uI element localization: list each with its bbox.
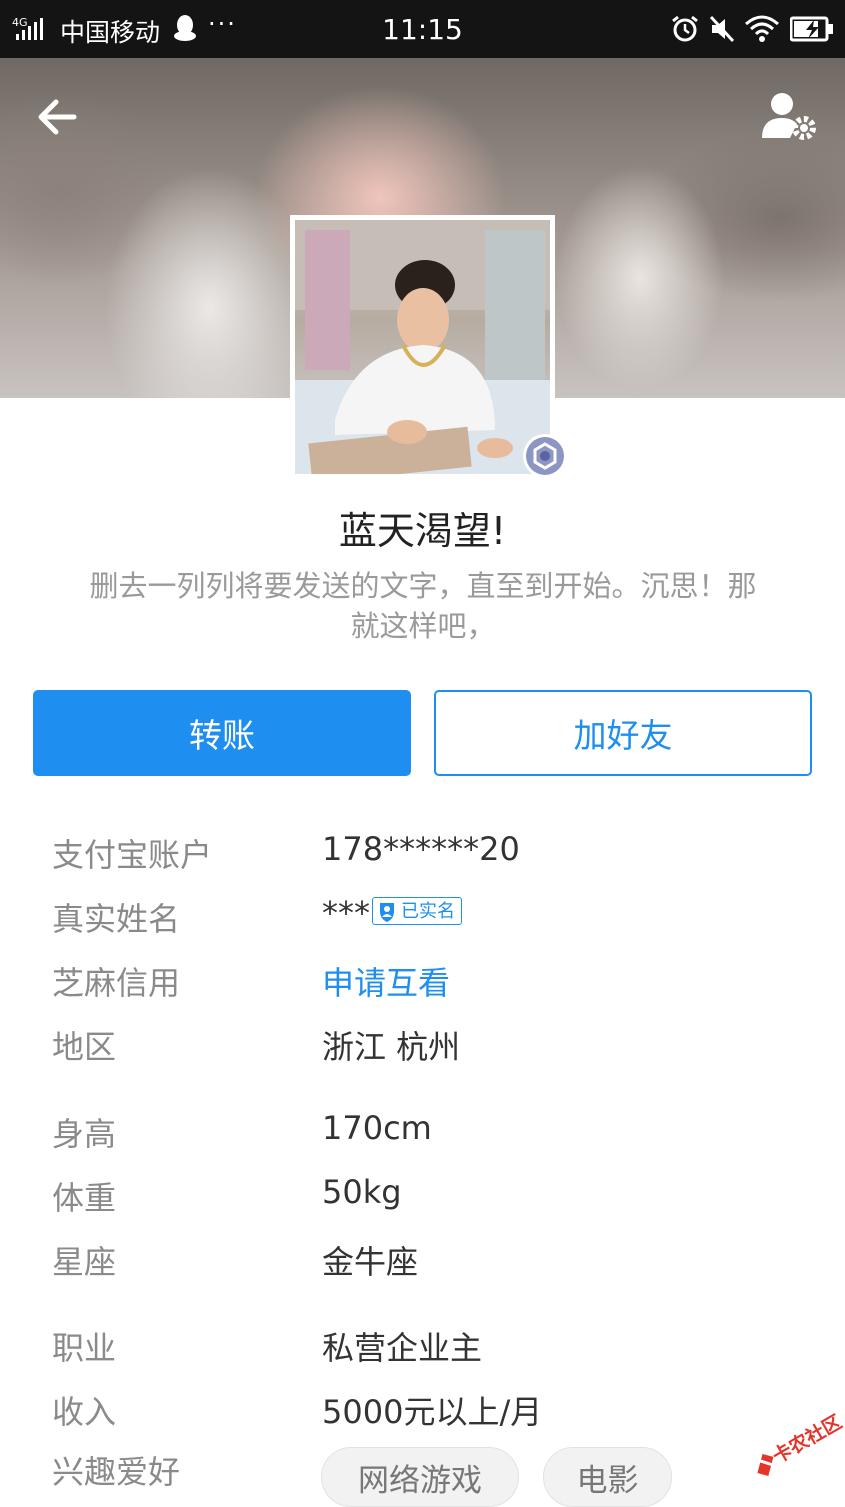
battery-charging-icon	[790, 16, 833, 42]
info-label: 芝麻信用	[52, 964, 181, 1002]
avatar[interactable]	[290, 215, 555, 479]
info-row-weight: 体重 50kg	[0, 1173, 845, 1233]
watermark-logo: 卡农社区	[756, 1410, 845, 1476]
info-label: 兴趣爱好	[52, 1453, 181, 1491]
info-row-zodiac: 星座 金牛座	[0, 1237, 845, 1297]
info-label: 星座	[52, 1243, 117, 1281]
weight-value: 50kg	[322, 1173, 402, 1211]
svg-text:卡农社区: 卡农社区	[768, 1410, 845, 1468]
verified-badge: 已实名	[372, 897, 462, 925]
info-row-region: 地区 浙江 杭州	[0, 1022, 845, 1082]
wifi-icon	[745, 15, 779, 42]
avatar-photo-illustration	[295, 220, 550, 474]
height-value: 170cm	[322, 1109, 432, 1147]
avatar-photo	[295, 220, 550, 474]
info-row-alipay-account: 支付宝账户 178******20	[0, 830, 845, 890]
status-bar: 4G 中国移动 ··· 11:15	[0, 0, 845, 58]
back-arrow-icon[interactable]	[30, 90, 84, 144]
info-row-income: 收入 5000元以上/月	[0, 1387, 845, 1447]
hobby-tag: 电影	[543, 1447, 672, 1507]
verified-person-icon	[380, 903, 394, 922]
alipay-account-value: 178******20	[322, 830, 520, 868]
info-row-occupation: 职业 私营企业主	[0, 1323, 845, 1383]
info-row-sesame-credit: 芝麻信用 申请互看	[0, 958, 845, 1018]
occupation-value: 私营企业主	[322, 1329, 483, 1367]
alarm-clock-icon	[672, 15, 698, 42]
personal-signature: 删去一列列将要发送的文字，直至到开始。沉思！那就这样吧，	[89, 569, 757, 643]
mute-icon	[709, 15, 735, 43]
hobby-tag: 网络游戏	[321, 1447, 519, 1507]
verified-badge-label: 已实名	[401, 901, 455, 922]
info-label: 身高	[52, 1115, 117, 1153]
zodiac-value: 金牛座	[322, 1243, 419, 1281]
member-level-badge-icon	[523, 434, 567, 478]
transfer-button[interactable]: 转账	[33, 690, 411, 776]
real-name-value: ***	[322, 894, 370, 932]
info-label: 地区	[52, 1028, 117, 1066]
nickname: 蓝天渴望!	[338, 509, 507, 553]
income-value: 5000元以上/月	[322, 1393, 543, 1431]
add-friend-button[interactable]: 加好友	[434, 690, 812, 776]
request-mutual-view-link[interactable]: 申请互看	[322, 958, 450, 1004]
user-settings-icon[interactable]	[760, 88, 820, 146]
info-label: 体重	[52, 1179, 117, 1217]
info-label: 收入	[52, 1393, 117, 1431]
region-value: 浙江 杭州	[322, 1028, 461, 1066]
info-label: 真实姓名	[52, 900, 181, 938]
info-row-height: 身高 170cm	[0, 1109, 845, 1169]
info-label: 职业	[52, 1329, 117, 1367]
info-row-real-name: 真实姓名 *** 已实名	[0, 894, 845, 954]
info-label: 支付宝账户	[52, 836, 213, 874]
